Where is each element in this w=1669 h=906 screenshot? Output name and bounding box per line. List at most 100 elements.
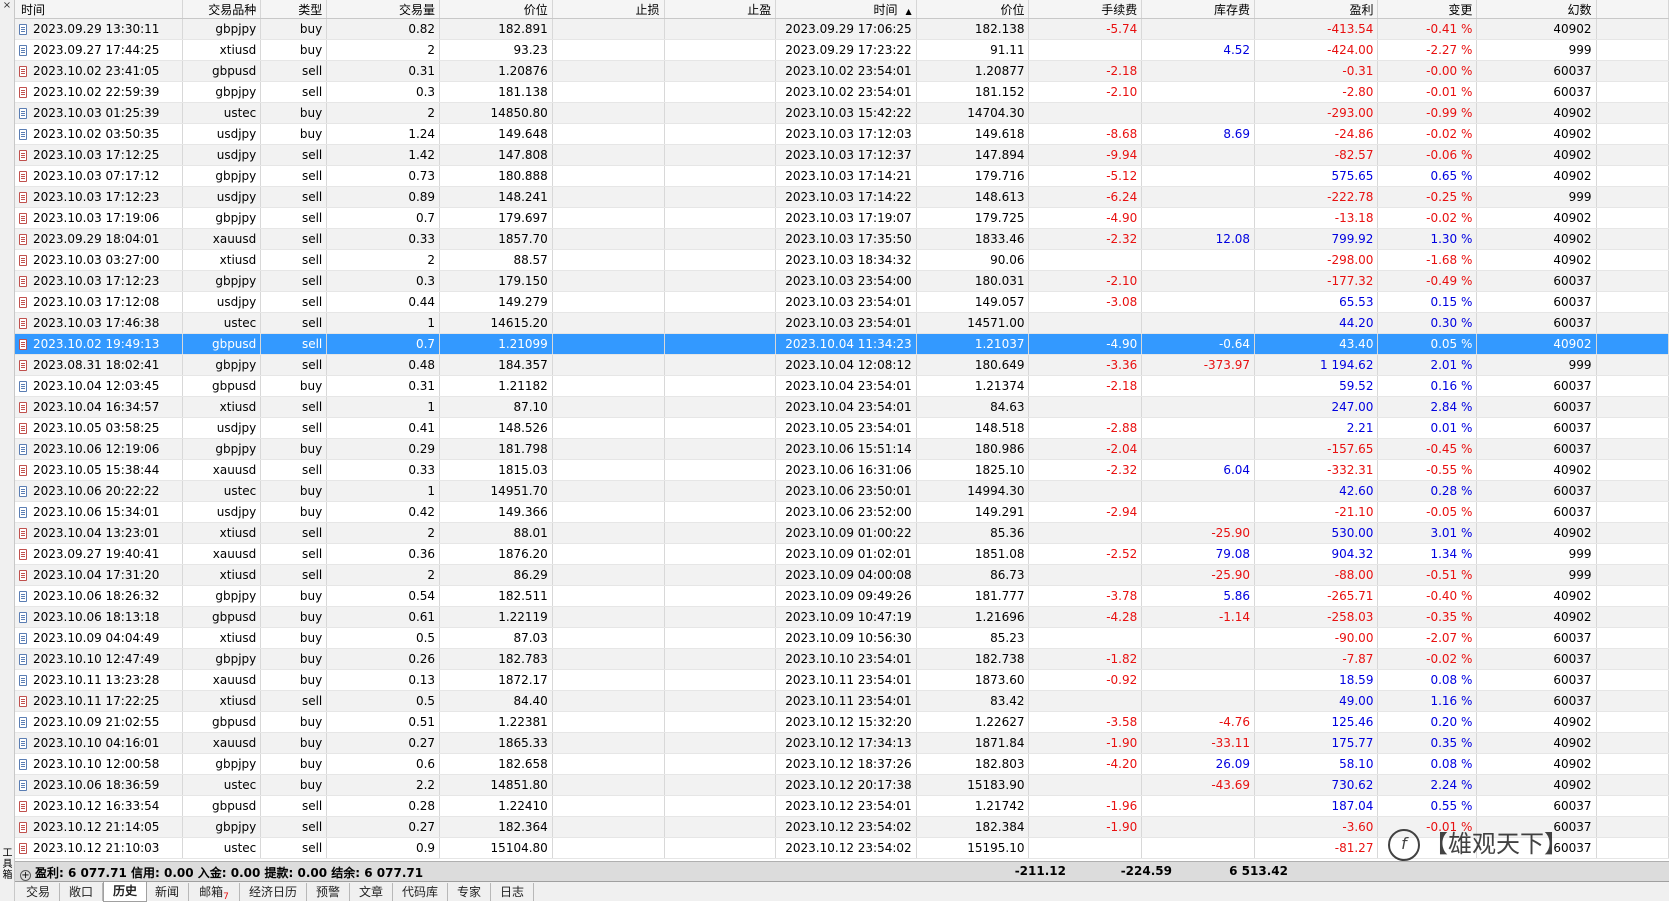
table-row[interactable]: 2023.10.06 18:26:32 gbpjpy buy 0.54 182.511 2… [15, 585, 1669, 607]
table-row[interactable]: 2023.10.09 04:04:49 xtiusd buy 0.5 87.03 2023… [15, 627, 1669, 649]
cell-commission: -2.88 [1028, 417, 1143, 439]
cell-change: -1.68 % [1377, 249, 1478, 271]
cell-commission [1028, 102, 1143, 124]
cell-open-price: 15104.80 [439, 837, 553, 859]
table-row[interactable]: 2023.10.11 13:23:28 xauusd buy 0.13 1872.17 2… [15, 669, 1669, 691]
table-row[interactable]: 2023.10.02 03:50:35 usdjpy buy 1.24 149.648 2… [15, 123, 1669, 145]
table-row[interactable]: 2023.10.06 12:19:06 gbpjpy buy 0.29 181.798 2… [15, 438, 1669, 460]
cell-take-profit [664, 60, 777, 82]
table-row[interactable]: 2023.10.05 15:38:44 xauusd sell 0.33 1815.03… [15, 459, 1669, 481]
col-profit[interactable]: 盈利 [1254, 0, 1379, 19]
cell-stop-loss [552, 543, 665, 565]
table-row[interactable]: 2023.10.03 03:27:00 xtiusd sell 2 88.57 2023.… [15, 249, 1669, 271]
table-row[interactable]: 2023.10.10 12:00:58 gbpjpy buy 0.6 182.658 20… [15, 753, 1669, 775]
cell-swap [1141, 165, 1256, 187]
table-row[interactable]: 2023.09.29 13:30:11 gbpjpy buy 0.82 182.891 2… [15, 18, 1669, 40]
cell-commission: -1.96 [1028, 795, 1143, 817]
cell-stop-loss [552, 690, 665, 712]
cell-change: -0.99 % [1377, 102, 1478, 124]
deal-ticket-icon [19, 801, 27, 812]
cell-close-time: 2023.10.12 18:37:26 [775, 753, 917, 775]
table-row[interactable]: 2023.10.10 12:47:49 gbpjpy buy 0.26 182.783 2… [15, 648, 1669, 670]
col-close-price[interactable]: 价位 [916, 0, 1030, 19]
table-row[interactable]: 2023.10.11 17:22:25 xtiusd sell 0.5 84.40 202… [15, 690, 1669, 712]
cell-open-time: 2023.10.04 13:23:01 [15, 522, 183, 544]
cell-filler [1596, 669, 1669, 691]
table-row[interactable]: 2023.10.06 15:34:01 usdjpy buy 0.42 149.366 2… [15, 501, 1669, 523]
tab-trade[interactable]: 交易 [17, 883, 60, 901]
cell-stop-loss [552, 480, 665, 502]
cell-volume: 0.51 [326, 711, 441, 733]
table-row[interactable]: 2023.10.06 18:36:59 ustec buy 2.2 14851.80 20… [15, 774, 1669, 796]
cell-close-price: 15195.10 [916, 837, 1030, 859]
table-row[interactable]: 2023.10.12 16:33:54 gbpusd sell 0.28 1.22410… [15, 795, 1669, 817]
col-change[interactable]: 变更 [1377, 0, 1478, 19]
cell-symbol: usdjpy [182, 291, 262, 313]
table-row[interactable]: 2023.09.27 19:40:41 xauusd sell 0.36 1876.20… [15, 543, 1669, 565]
cell-change: 0.08 % [1377, 669, 1478, 691]
cell-type: buy [260, 375, 328, 397]
col-swap[interactable]: 库存费 [1141, 0, 1256, 19]
table-row[interactable]: 2023.10.03 17:12:08 usdjpy sell 0.44 149.279… [15, 291, 1669, 313]
tab-mailbox[interactable]: 邮箱7 [189, 883, 240, 902]
col-close-time[interactable]: 时间 ▲ [775, 0, 917, 19]
table-row[interactable]: 2023.08.31 18:02:41 gbpjpy sell 0.48 184.357… [15, 354, 1669, 376]
deal-ticket-icon [19, 465, 27, 476]
table-row[interactable]: 2023.10.03 17:12:23 usdjpy sell 0.89 148.241… [15, 186, 1669, 208]
tab-history[interactable]: 历史 [103, 882, 147, 902]
cell-stop-loss [552, 501, 665, 523]
col-symbol[interactable]: 交易品种 [182, 0, 262, 19]
tab-economic-calendar[interactable]: 经济日历 [240, 883, 307, 901]
cell-filler [1596, 270, 1669, 292]
cell-open-price: 181.798 [439, 438, 553, 460]
tab-code-base[interactable]: 代码库 [393, 883, 448, 901]
col-stop-loss[interactable]: 止损 [552, 0, 665, 19]
table-row[interactable]: 2023.10.06 18:13:18 gbpusd buy 0.61 1.22119 2… [15, 606, 1669, 628]
tab-journal[interactable]: 日志 [491, 883, 534, 901]
cell-open-time: 2023.10.05 03:58:25 [15, 417, 183, 439]
table-row[interactable]: 2023.10.02 22:59:39 gbpjpy sell 0.3 181.138 2… [15, 81, 1669, 103]
table-row[interactable]: 2023.10.03 17:12:23 gbpjpy sell 0.3 179.150 2… [15, 270, 1669, 292]
col-take-profit[interactable]: 止盈 [664, 0, 777, 19]
col-open-time[interactable]: 时间 [15, 0, 183, 19]
cell-stop-loss [552, 102, 665, 124]
tab-experts[interactable]: 专家 [448, 883, 491, 901]
table-row[interactable]: 2023.10.06 20:22:22 ustec buy 1 14951.70 2023… [15, 480, 1669, 502]
col-type[interactable]: 类型 [260, 0, 328, 19]
table-row[interactable]: 2023.10.03 01:25:39 ustec buy 2 14850.80 2023… [15, 102, 1669, 124]
table-row[interactable]: 2023.10.02 23:41:05 gbpusd sell 0.31 1.20876… [15, 60, 1669, 82]
table-row[interactable]: 2023.09.29 18:04:01 xauusd sell 0.33 1857.70… [15, 228, 1669, 250]
table-row[interactable]: 2023.10.04 13:23:01 xtiusd sell 2 88.01 2023.… [15, 522, 1669, 544]
table-row[interactable]: 2023.10.04 12:03:45 gbpusd buy 0.31 1.21182 2… [15, 375, 1669, 397]
expand-plus-icon[interactable]: + [20, 870, 31, 881]
tab-articles[interactable]: 文章 [350, 883, 393, 901]
cell-stop-loss [552, 207, 665, 229]
close-icon[interactable]: × [2, 1, 12, 11]
table-row[interactable]: 2023.10.10 04:16:01 xauusd buy 0.27 1865.33 2… [15, 732, 1669, 754]
cell-stop-loss [552, 291, 665, 313]
table-row[interactable]: 2023.10.04 16:34:57 xtiusd sell 1 87.10 2023.… [15, 396, 1669, 418]
table-row[interactable]: 2023.10.03 07:17:12 gbpjpy sell 0.73 180.888… [15, 165, 1669, 187]
table-row[interactable]: 2023.10.03 17:12:25 usdjpy sell 1.42 147.808… [15, 144, 1669, 166]
table-row[interactable]: 2023.10.09 21:02:55 gbpusd buy 0.51 1.22381 2… [15, 711, 1669, 733]
col-magic[interactable]: 幻数 [1476, 0, 1597, 19]
table-row[interactable]: 2023.10.04 17:31:20 xtiusd sell 2 86.29 2023.… [15, 564, 1669, 586]
tab-alerts[interactable]: 预警 [307, 883, 350, 901]
cell-filler [1596, 690, 1669, 712]
cell-symbol: gbpjpy [182, 753, 262, 775]
table-row[interactable]: 2023.10.05 03:58:25 usdjpy sell 0.41 148.526… [15, 417, 1669, 439]
table-row[interactable]: 2023.10.02 19:49:13 gbpusd sell 0.7 1.21099 2… [15, 333, 1669, 355]
cell-volume: 0.61 [326, 606, 441, 628]
tab-news[interactable]: 新闻 [146, 883, 189, 901]
cell-stop-loss [552, 564, 665, 586]
col-volume[interactable]: 交易量 [326, 0, 441, 19]
cell-close-time: 2023.10.06 15:51:14 [775, 438, 917, 460]
table-row[interactable]: 2023.10.03 17:19:06 gbpjpy sell 0.7 179.697 2… [15, 207, 1669, 229]
cell-symbol: ustec [182, 774, 262, 796]
cell-commission: -1.90 [1028, 732, 1143, 754]
table-row[interactable]: 2023.09.27 17:44:25 xtiusd buy 2 93.23 2023.0… [15, 39, 1669, 61]
col-commission[interactable]: 手续费 [1028, 0, 1143, 19]
table-row[interactable]: 2023.10.03 17:46:38 ustec sell 1 14615.20 202… [15, 312, 1669, 334]
col-open-price[interactable]: 价位 [439, 0, 553, 19]
tab-exposure[interactable]: 敞口 [60, 883, 103, 901]
